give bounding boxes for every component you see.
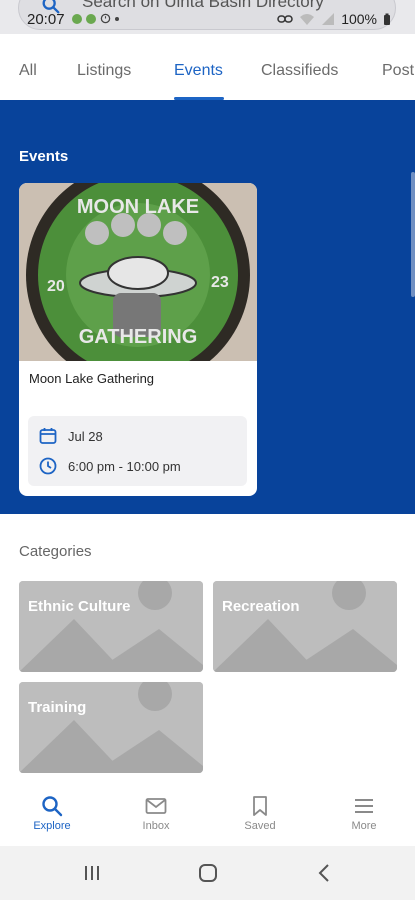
event-time: 6:00 pm - 10:00 pm <box>68 458 181 474</box>
category-label: Training <box>28 699 87 716</box>
mail-icon <box>145 798 167 814</box>
link-icon <box>277 15 293 23</box>
search-icon <box>42 796 63 817</box>
scroll-handle[interactable] <box>411 172 415 297</box>
home-icon[interactable] <box>198 863 218 883</box>
tab-all[interactable]: All <box>19 62 37 80</box>
events-section: Events MOON LAKE 20 23 GATHERING Moon La… <box>0 100 415 514</box>
event-date: Jul 28 <box>68 428 103 444</box>
nav-saved[interactable]: Saved <box>208 780 312 846</box>
alarm-icon <box>100 13 111 24</box>
back-icon[interactable] <box>317 863 331 883</box>
category-label: Recreation <box>222 598 300 615</box>
notification-icon <box>72 13 82 24</box>
notification-icons <box>72 13 119 24</box>
notification-icon <box>86 13 96 24</box>
placeholder-image-icon <box>213 581 397 672</box>
event-date-row: Jul 28 <box>38 426 103 446</box>
placeholder-image-icon <box>19 682 203 773</box>
badge-bottom-text: GATHERING <box>79 326 198 348</box>
category-tile-ethnic-culture[interactable]: Ethnic Culture <box>19 581 203 672</box>
menu-icon <box>355 799 373 813</box>
bottom-nav: Explore Inbox Saved More <box>0 780 415 846</box>
tab-events[interactable]: Events <box>174 62 223 80</box>
nav-more[interactable]: More <box>312 780 415 846</box>
tab-post[interactable]: Post <box>382 62 414 80</box>
placeholder-image-icon <box>19 581 203 672</box>
status-right: 100% <box>277 11 391 27</box>
event-card[interactable]: MOON LAKE 20 23 GATHERING Moon Lake Gath… <box>19 183 257 496</box>
events-section-title: Events <box>19 148 69 165</box>
category-tile-recreation[interactable]: Recreation <box>213 581 397 672</box>
nav-inbox[interactable]: Inbox <box>104 780 208 846</box>
app-screen: Search on Uinta Basin Directory 20:07 10… <box>0 0 415 900</box>
nav-explore[interactable]: Explore <box>0 780 104 846</box>
category-tile-training[interactable]: Training <box>19 682 203 773</box>
event-name: Moon Lake Gathering <box>29 371 155 386</box>
event-badge-image: MOON LAKE 20 23 GATHERING <box>19 183 257 387</box>
tab-classifieds[interactable]: Classifieds <box>261 62 338 80</box>
more-notifications-dot <box>115 16 119 21</box>
badge-top-text: MOON LAKE <box>77 196 199 218</box>
badge-year-left: 20 <box>47 278 65 295</box>
category-label: Ethnic Culture <box>28 598 131 615</box>
signal-icon <box>322 13 335 25</box>
nav-label: Saved <box>244 820 276 832</box>
nav-label: Inbox <box>142 820 170 832</box>
nav-label: More <box>351 820 377 832</box>
clock-icon <box>39 457 57 475</box>
system-nav-bar <box>0 846 415 900</box>
battery-icon <box>384 13 390 25</box>
status-time: 20:07 <box>27 11 65 28</box>
battery-level: 100% <box>341 11 377 27</box>
content-tabs: All Listings Events Classifieds Post <box>0 44 415 100</box>
badge-year-right: 23 <box>211 274 229 291</box>
nav-label: Explore <box>33 820 71 832</box>
bookmark-icon <box>253 796 267 816</box>
categories-title: Categories <box>19 543 92 560</box>
wifi-icon <box>300 14 315 25</box>
event-time-row: 6:00 pm - 10:00 pm <box>38 456 181 476</box>
recent-apps-icon[interactable] <box>82 864 102 882</box>
tab-listings[interactable]: Listings <box>77 62 131 80</box>
event-image: MOON LAKE 20 23 GATHERING <box>19 183 257 387</box>
event-meta: Jul 28 6:00 pm - 10:00 pm <box>28 416 247 486</box>
calendar-icon <box>39 428 57 444</box>
